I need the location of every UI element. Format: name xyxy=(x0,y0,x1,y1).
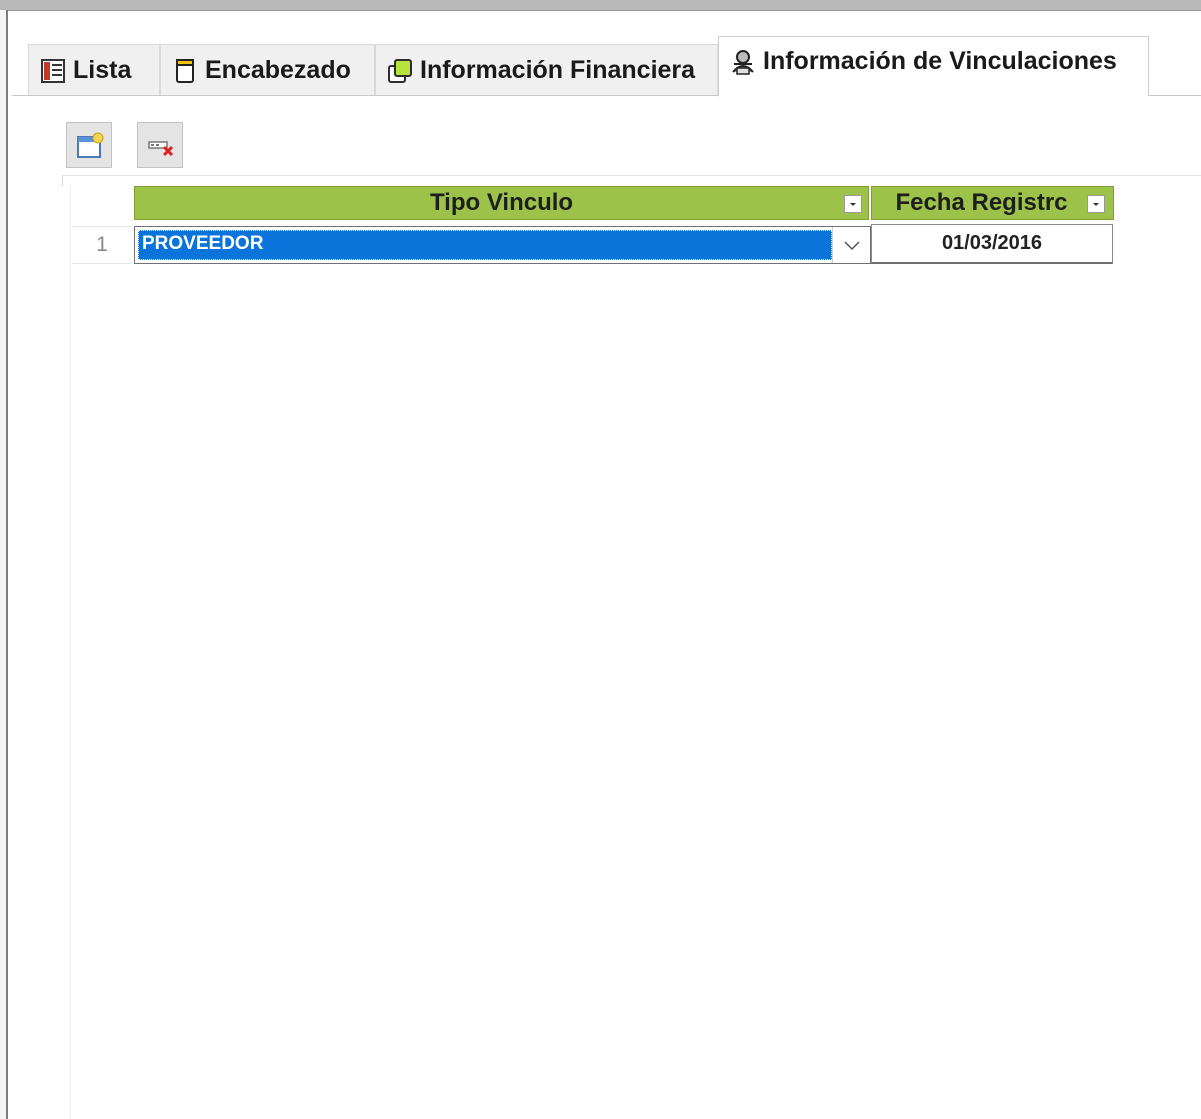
tab-lista-label: Lista xyxy=(73,56,132,84)
delete-record-button[interactable] xyxy=(137,122,183,168)
tipo-vinculo-value: PROVEEDOR xyxy=(138,230,832,260)
fecha-registro-cell[interactable]: 01/03/2016 xyxy=(871,224,1113,264)
delete-record-icon xyxy=(147,132,175,165)
column-header-fecha-registro[interactable]: Fecha Registrc xyxy=(871,186,1114,220)
tab-informacion-financiera[interactable]: Información Financiera xyxy=(375,44,718,96)
column-header-tipo-vinculo-label: Tipo Vinculo xyxy=(429,189,574,216)
window-left-border xyxy=(0,10,8,1119)
document-icon xyxy=(171,57,199,85)
window-top-border xyxy=(0,0,1201,11)
tab-informacion-financiera-label: Información Financiera xyxy=(420,56,696,84)
chevron-down-icon xyxy=(843,237,861,258)
new-record-button[interactable] xyxy=(66,122,112,168)
column-filter-tipo-vinculo-icon[interactable] xyxy=(844,195,862,213)
column-header-tipo-vinculo[interactable]: Tipo Vinculo xyxy=(134,186,869,220)
tab-encabezado[interactable]: Encabezado xyxy=(160,44,375,96)
tab-informacion-vinculaciones[interactable]: Información de Vinculaciones xyxy=(718,36,1149,97)
new-record-icon xyxy=(76,132,104,165)
grid-row-header-strip xyxy=(62,186,71,1119)
tab-strip: Lista Encabezado Información Financiera xyxy=(12,30,1201,97)
tipo-vinculo-combo[interactable]: PROVEEDOR xyxy=(134,226,871,264)
row-number: 1 xyxy=(72,226,132,264)
column-header-fecha-registro-label: Fecha Registrc xyxy=(895,189,1068,216)
tab-informacion-vinculaciones-label: Información de Vinculaciones xyxy=(763,47,1117,75)
pages-icon xyxy=(386,57,414,85)
combo-dropdown-button[interactable] xyxy=(832,227,870,263)
list-icon xyxy=(39,57,67,85)
window: Lista Encabezado Información Financiera xyxy=(0,0,1201,1119)
vinculaciones-grid xyxy=(62,175,1201,1119)
column-filter-fecha-registro-icon[interactable] xyxy=(1087,195,1105,213)
tab-lista[interactable]: Lista xyxy=(28,44,160,96)
tab-encabezado-label: Encabezado xyxy=(205,56,351,84)
people-link-icon xyxy=(729,48,757,76)
